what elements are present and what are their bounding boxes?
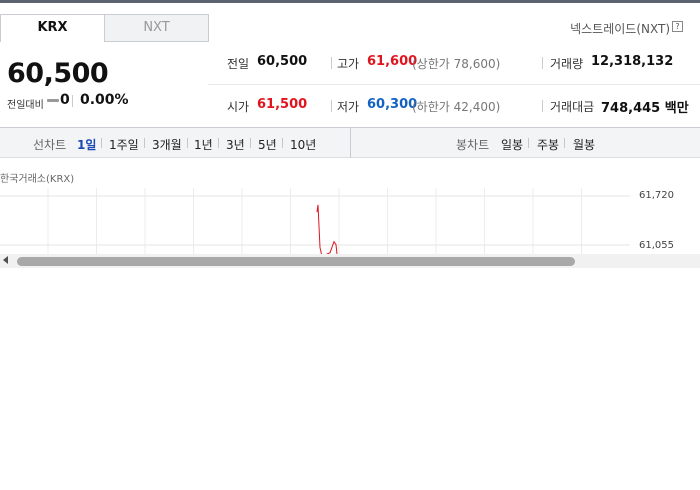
- high-value: 61,600: [367, 54, 418, 69]
- help-icon[interactable]: ?: [672, 21, 683, 32]
- low-value: 60,300: [367, 97, 418, 112]
- candle-weekly[interactable]: 주봉: [537, 136, 559, 153]
- candle-daily[interactable]: 일봉: [501, 136, 523, 153]
- prev-close-value: 60,500: [257, 54, 308, 69]
- chart-source-label: 한국거래소(KRX): [0, 174, 75, 185]
- period-divider: [282, 138, 283, 148]
- nxt-info-link[interactable]: 넥스트레이드(NXT): [570, 20, 670, 37]
- period-divider: [101, 138, 102, 148]
- upper-limit-note: (상한가 78,600): [412, 57, 501, 71]
- amount-value: 748,445 백만: [601, 101, 689, 116]
- period-10y[interactable]: 10년: [290, 136, 316, 153]
- period-1d[interactable]: 1일: [77, 136, 96, 153]
- chart-grid: [47, 188, 582, 254]
- open-value: 61,500: [257, 97, 308, 112]
- top-rule: [0, 0, 700, 3]
- y-tick-label: 61,055: [639, 240, 674, 251]
- change-label: 전일대비: [7, 100, 44, 111]
- change-percent: 0.00%: [80, 92, 129, 108]
- period-3m[interactable]: 3개월: [152, 136, 182, 153]
- period-1w[interactable]: 1주일: [109, 136, 139, 153]
- line-chart-label: 선차트: [33, 138, 67, 152]
- high-label: 고가: [337, 57, 360, 71]
- current-price: 60,500: [7, 58, 109, 89]
- stat-divider: [542, 100, 543, 112]
- scrollbar-thumb[interactable]: [17, 257, 575, 266]
- tab-nxt[interactable]: NXT: [104, 14, 209, 42]
- prev-close-label: 전일: [227, 57, 250, 71]
- price-series-line: [316, 204, 338, 254]
- flat-dash-icon: [47, 99, 59, 102]
- open-label: 시가: [227, 100, 250, 114]
- period-divider: [564, 138, 565, 148]
- candle-monthly[interactable]: 월봉: [573, 136, 595, 153]
- period-bar-split: [350, 127, 351, 158]
- stat-divider: [542, 57, 543, 69]
- lower-limit-note: (하한가 42,400): [412, 100, 501, 114]
- change-divider: [72, 95, 73, 107]
- period-divider: [144, 138, 145, 148]
- stat-divider: [331, 57, 332, 69]
- volume-value: 12,318,132: [591, 54, 674, 69]
- tab-krx[interactable]: KRX: [0, 14, 105, 42]
- period-divider: [250, 138, 251, 148]
- period-5y[interactable]: 5년: [258, 136, 277, 153]
- period-3y[interactable]: 3년: [226, 136, 245, 153]
- stat-divider: [331, 100, 332, 112]
- arrow-left-icon[interactable]: [3, 256, 8, 264]
- amount-label: 거래대금: [550, 100, 595, 114]
- period-divider: [187, 138, 188, 148]
- y-tick-label: 61,720: [639, 190, 674, 201]
- stats-row-divider: [208, 84, 700, 85]
- volume-label: 거래량: [550, 57, 584, 71]
- period-1y[interactable]: 1년: [194, 136, 213, 153]
- candle-chart-label: 봉차트: [456, 138, 490, 152]
- price-line-chart: [0, 188, 630, 254]
- low-label: 저가: [337, 100, 360, 114]
- change-value: 0: [60, 92, 70, 108]
- period-divider: [528, 138, 529, 148]
- period-divider: [218, 138, 219, 148]
